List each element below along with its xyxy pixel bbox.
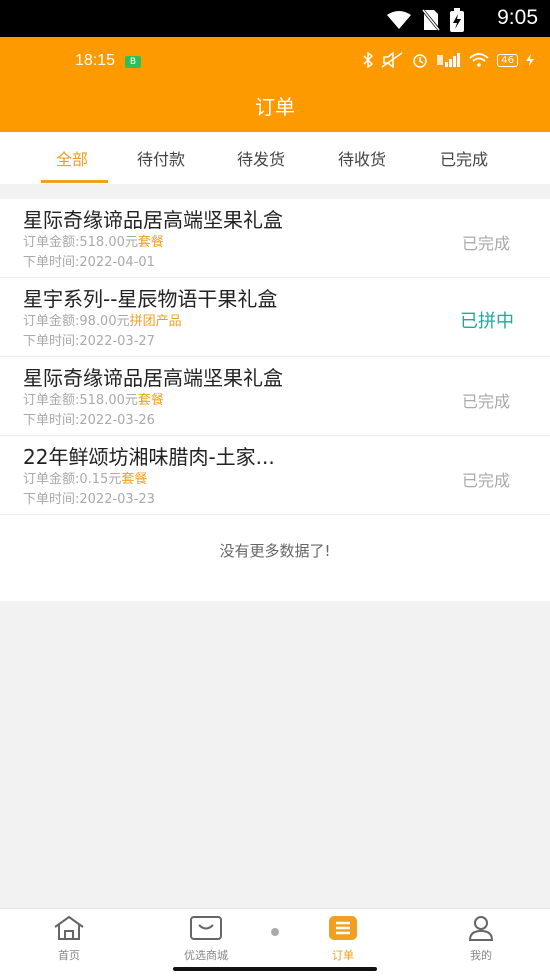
order-list: 星际奇缘谛品居高端坚果礼盒 订单金额:518.00元套餐 下单时间:2022-0… <box>0 199 550 601</box>
app-clock: 18:15 <box>75 52 116 69</box>
order-item[interactable]: 星际奇缘谛品居高端坚果礼盒 订单金额:518.00元套餐 下单时间:2022-0… <box>0 357 550 436</box>
wifi-small-icon <box>469 53 489 67</box>
signal-icon <box>437 53 461 67</box>
system-clock: 9:05 <box>497 6 538 29</box>
order-date: 下单时间:2022-04-01 <box>23 255 155 270</box>
order-amount: 订单金额:98.00元拼团产品 <box>23 314 182 329</box>
order-item[interactable]: 22年鲜颂坊湘味腊肉-土家... 订单金额:0.15元套餐 下单时间:2022-… <box>0 436 550 515</box>
order-status: 已完成 <box>461 234 510 253</box>
nav-orders[interactable]: 订单 <box>298 915 388 963</box>
list-end-message: 没有更多数据了! <box>219 542 331 560</box>
order-amount: 订单金额:518.00元套餐 <box>23 393 164 408</box>
nav-profile[interactable]: 我的 <box>436 915 526 963</box>
tab-pending-shipment[interactable]: 待发货 <box>237 146 285 170</box>
notification-badge: B <box>125 56 141 68</box>
tab-completed[interactable]: 已完成 <box>440 146 488 170</box>
order-item[interactable]: 星宇系列--星辰物语干果礼盒 订单金额:98.00元拼团产品 下单时间:2022… <box>0 278 550 357</box>
order-status: 已完成 <box>461 392 510 411</box>
order-amount: 订单金额:0.15元套餐 <box>23 472 148 487</box>
order-amount: 订单金额:518.00元套餐 <box>23 235 164 250</box>
order-type-tag: 套餐 <box>137 235 164 250</box>
charging-icon <box>526 54 534 66</box>
no-sim-icon <box>422 9 440 31</box>
order-product-name: 星际奇缘谛品居高端坚果礼盒 <box>23 366 283 390</box>
order-product-name: 星宇系列--星辰物语干果礼盒 <box>23 287 278 311</box>
order-filter-tabs: 全部 待付款 待发货 待收货 已完成 <box>0 132 550 184</box>
nav-orders-label: 订单 <box>332 949 354 962</box>
order-type-tag: 拼团产品 <box>129 314 182 329</box>
order-status: 已完成 <box>461 471 510 490</box>
order-type-tag: 套餐 <box>137 393 164 408</box>
app-status-bar: 18:15 B 46 <box>0 37 550 83</box>
home-icon <box>54 915 84 940</box>
order-status: 已拼中 <box>460 311 514 332</box>
active-tab-indicator <box>41 180 108 183</box>
battery-level: 46 <box>497 53 518 67</box>
alarm-icon <box>413 54 428 68</box>
order-item[interactable]: 星际奇缘谛品居高端坚果礼盒 订单金额:518.00元套餐 下单时间:2022-0… <box>0 199 550 278</box>
profile-icon <box>468 916 494 941</box>
page-header: 18:15 B 46 订单 <box>0 37 550 132</box>
nav-profile-label: 我的 <box>470 949 492 962</box>
order-date: 下单时间:2022-03-27 <box>23 334 155 349</box>
nav-home[interactable]: 首页 <box>24 915 114 963</box>
order-product-name: 星际奇缘谛品居高端坚果礼盒 <box>23 208 283 232</box>
nav-indicator-dot <box>271 928 279 936</box>
tab-pending-payment[interactable]: 待付款 <box>137 146 185 170</box>
nav-mall-label: 优选商城 <box>184 949 228 962</box>
page-title: 订单 <box>255 95 295 119</box>
wifi-icon <box>387 11 411 29</box>
mall-icon <box>190 916 222 940</box>
system-status-bar: 9:05 <box>0 0 550 37</box>
system-status-icons <box>386 8 464 32</box>
tab-all[interactable]: 全部 <box>56 146 88 170</box>
battery-charging-icon <box>450 8 464 32</box>
order-list-icon <box>329 916 357 940</box>
order-date: 下单时间:2022-03-23 <box>23 492 155 507</box>
home-indicator-bar[interactable] <box>173 967 377 971</box>
order-date: 下单时间:2022-03-26 <box>23 413 155 428</box>
bluetooth-icon <box>363 52 374 68</box>
app-status-icons: 46 <box>363 52 534 68</box>
mute-icon <box>381 52 403 68</box>
tab-pending-receipt[interactable]: 待收货 <box>338 146 386 170</box>
nav-home-label: 首页 <box>58 949 80 962</box>
order-product-name: 22年鲜颂坊湘味腊肉-土家... <box>23 445 275 469</box>
bottom-navigation: 首页 优选商城 订单 我的 <box>0 908 550 980</box>
nav-mall[interactable]: 优选商城 <box>161 915 251 963</box>
order-type-tag: 套餐 <box>121 472 148 487</box>
